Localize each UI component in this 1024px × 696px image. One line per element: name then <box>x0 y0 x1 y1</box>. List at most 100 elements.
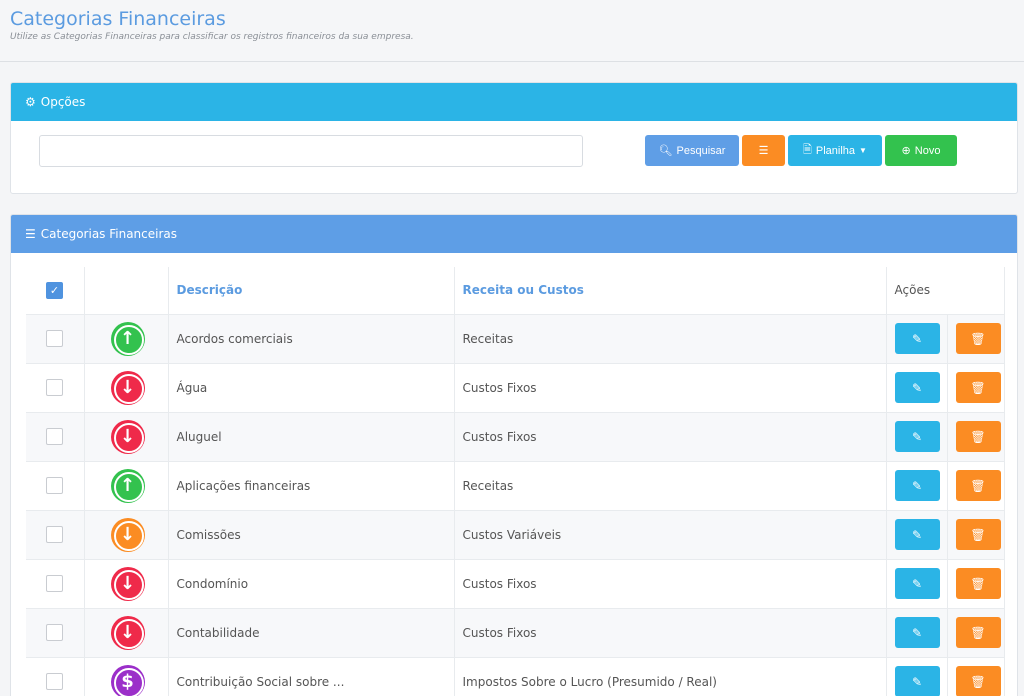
row-edit-cell: ✎ <box>886 313 948 363</box>
spreadsheet-button-label: Planilha <box>815 144 856 157</box>
trash-icon: 🗑︎ <box>970 331 986 346</box>
row-icon-cell: ↑ <box>84 460 169 510</box>
new-button[interactable]: ⊕ Novo <box>885 135 957 166</box>
row-type: Custos Fixos <box>454 411 887 461</box>
edit-button[interactable]: ✎ <box>894 617 940 648</box>
trash-icon: 🗑︎ <box>970 576 986 591</box>
delete-button[interactable]: 🗑︎ <box>955 372 1001 403</box>
row-checkbox[interactable] <box>46 379 63 396</box>
delete-button[interactable]: 🗑︎ <box>955 617 1001 648</box>
plus-circle-icon: ⊕ <box>901 145 911 157</box>
edit-button[interactable]: ✎ <box>894 568 940 599</box>
edit-button[interactable]: ✎ <box>894 519 940 550</box>
arrow-up-icon: ↑ <box>110 468 145 503</box>
table-row: $ Contribuição Social sobre ... Impostos S… <box>26 656 1005 696</box>
arrow-down-icon: ↓ <box>110 419 145 454</box>
type-column-header[interactable]: Receita ou Custos <box>454 267 887 315</box>
options-panel: ⚙ Opções 🔍︎ Pesquisar ☰ 🗎 Planilha ▼ ⊕ N… <box>10 82 1018 194</box>
trash-icon: 🗑︎ <box>970 380 986 395</box>
row-edit-cell: ✎ <box>886 558 948 608</box>
edit-button[interactable]: ✎ <box>894 421 940 452</box>
row-icon-cell: $ <box>84 656 169 696</box>
row-checkbox[interactable] <box>46 428 63 445</box>
trash-icon: 🗑︎ <box>970 429 986 444</box>
row-check-cell <box>26 558 85 608</box>
select-all-cell: ✓ <box>26 267 85 315</box>
table-row: ↑ Aplicações financeiras Receitas ✎ 🗑︎ <box>26 460 1005 510</box>
row-description: Contribuição Social sobre ... <box>168 656 455 696</box>
table-header-row: ✓ Descrição Receita ou Custos Ações <box>26 267 1005 315</box>
select-all-checkbox[interactable]: ✓ <box>46 281 63 299</box>
row-type: Custos Fixos <box>454 362 887 412</box>
arrow-down-icon: ↓ <box>110 517 145 552</box>
row-delete-cell: 🗑︎ <box>947 558 1005 608</box>
delete-button[interactable]: 🗑︎ <box>955 568 1001 599</box>
new-button-label: Novo <box>914 144 941 157</box>
row-check-cell <box>26 313 85 363</box>
row-icon-cell: ↓ <box>84 509 169 559</box>
trash-icon: 🗑︎ <box>970 527 986 542</box>
row-checkbox[interactable] <box>46 526 63 543</box>
row-delete-cell: 🗑︎ <box>947 313 1005 363</box>
arrow-down-icon: ↓ <box>110 566 145 601</box>
delete-button[interactable]: 🗑︎ <box>955 323 1001 354</box>
edit-icon: ✎ <box>911 478 923 493</box>
table-row: ↑ Acordos comerciais Receitas ✎ 🗑︎ <box>26 313 1005 363</box>
page-subtitle: Utilize as Categorias Financeiras para c… <box>10 32 414 42</box>
sliders-icon: ☰ <box>758 145 769 157</box>
categories-table: ✓ Descrição Receita ou Custos Ações ↑ Aco… <box>26 267 1005 696</box>
edit-button[interactable]: ✎ <box>894 372 940 403</box>
edit-button[interactable]: ✎ <box>894 323 940 354</box>
edit-icon: ✎ <box>911 674 923 689</box>
categories-panel-title: Categorias Financeiras <box>40 227 178 241</box>
row-edit-cell: ✎ <box>886 362 948 412</box>
search-button[interactable]: 🔍︎ Pesquisar <box>645 135 739 166</box>
arrow-down-icon: ↓ <box>110 615 145 650</box>
row-type: Custos Fixos <box>454 558 887 608</box>
description-column-header[interactable]: Descrição <box>168 267 455 315</box>
row-delete-cell: 🗑︎ <box>947 411 1005 461</box>
row-checkbox[interactable] <box>46 477 63 494</box>
row-description: Aplicações financeiras <box>168 460 455 510</box>
categories-panel: ☰ Categorias Financeiras ✓ Descrição Rec… <box>10 214 1018 696</box>
table-row: ↓ Contabilidade Custos Fixos ✎ 🗑︎ <box>26 607 1005 657</box>
row-icon-cell: ↓ <box>84 558 169 608</box>
edit-button[interactable]: ✎ <box>894 666 940 696</box>
delete-button[interactable]: 🗑︎ <box>955 666 1001 696</box>
row-icon-cell: ↓ <box>84 362 169 412</box>
row-description: Água <box>168 362 455 412</box>
row-check-cell <box>26 460 85 510</box>
search-icon: 🔍︎ <box>658 145 673 157</box>
file-icon: 🗎 <box>803 144 812 156</box>
delete-button[interactable]: 🗑︎ <box>955 421 1001 452</box>
row-checkbox[interactable] <box>46 624 63 641</box>
row-description: Contabilidade <box>168 607 455 657</box>
row-edit-cell: ✎ <box>886 509 948 559</box>
table-row: ↓ Comissões Custos Variáveis ✎ 🗑︎ <box>26 509 1005 559</box>
row-checkbox[interactable] <box>46 575 63 592</box>
search-input[interactable] <box>39 135 583 167</box>
delete-button[interactable]: 🗑︎ <box>955 519 1001 550</box>
actions-column-header: Ações <box>886 267 1005 315</box>
row-check-cell <box>26 411 85 461</box>
row-check-cell <box>26 607 85 657</box>
filter-button[interactable]: ☰ <box>742 135 785 166</box>
table-row: ↓ Aluguel Custos Fixos ✎ 🗑︎ <box>26 411 1005 461</box>
edit-icon: ✎ <box>911 380 923 395</box>
row-type: Custos Fixos <box>454 607 887 657</box>
list-icon: ☰ <box>25 227 36 241</box>
row-description: Acordos comerciais <box>168 313 455 363</box>
icon-column-header <box>84 267 169 315</box>
row-edit-cell: ✎ <box>886 607 948 657</box>
row-checkbox[interactable] <box>46 673 63 691</box>
spreadsheet-dropdown-button[interactable]: 🗎 Planilha ▼ <box>788 135 882 166</box>
arrow-down-icon: ↓ <box>110 370 145 405</box>
row-checkbox[interactable] <box>46 330 63 347</box>
trash-icon: 🗑︎ <box>970 625 986 640</box>
delete-button[interactable]: 🗑︎ <box>955 470 1001 501</box>
gears-icon: ⚙ <box>25 95 36 109</box>
row-check-cell <box>26 362 85 412</box>
row-delete-cell: 🗑︎ <box>947 460 1005 510</box>
edit-button[interactable]: ✎ <box>894 470 940 501</box>
caret-down-icon: ▼ <box>859 146 867 155</box>
